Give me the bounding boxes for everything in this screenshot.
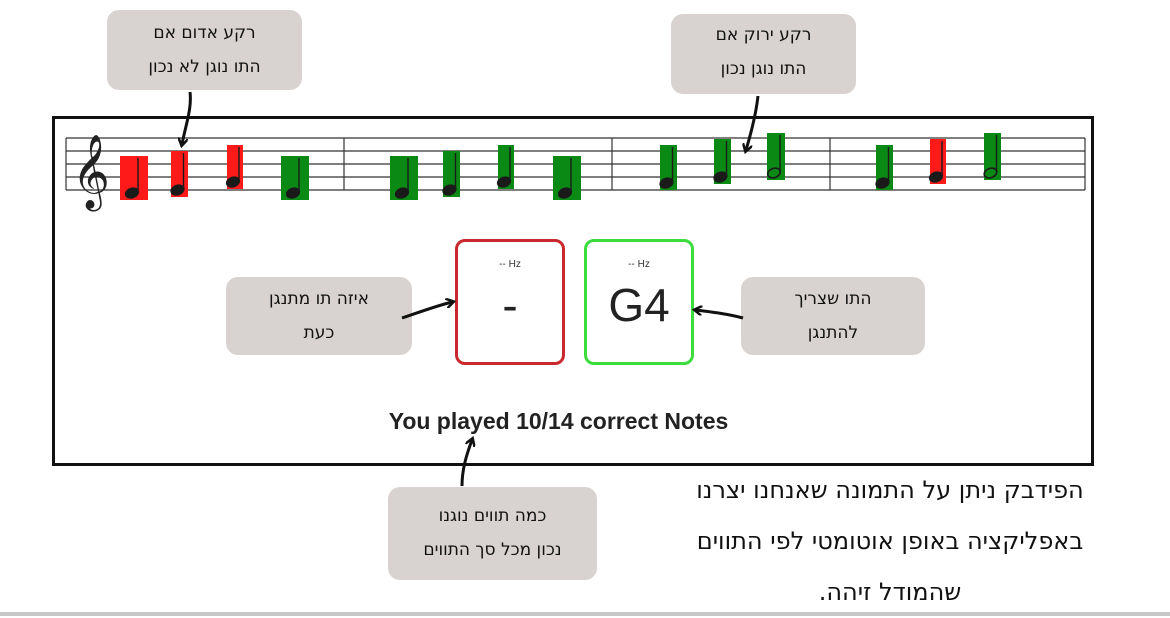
caption-line: שהמודל זיהה.	[818, 578, 962, 606]
played-frequency: -- Hz	[499, 259, 521, 270]
callout-line: רקע אדום אם	[153, 23, 256, 43]
callout-line: נכון מכל סך התווים	[423, 540, 562, 560]
note-background	[984, 133, 1001, 180]
note-correct	[659, 145, 677, 190]
score-text: You played 10/14 correct Notes	[388, 408, 729, 434]
note-incorrect	[225, 145, 243, 189]
callout-target-note: התו שצריך להתנגן	[741, 277, 925, 355]
callout-red-background: רקע אדום אם התו נוגן לא נכון	[107, 10, 302, 90]
callout-line: רקע ירוק אם	[715, 25, 812, 45]
target-frequency: -- Hz	[628, 259, 650, 270]
note-background	[767, 133, 785, 180]
note-correct	[875, 145, 893, 190]
target-note-box: -- Hz G4	[584, 239, 694, 365]
callout-current-note: איזה תו מתנגן כעת	[226, 277, 412, 355]
played-note-box: -- Hz -	[455, 239, 565, 365]
note-incorrect	[928, 139, 946, 184]
note-correct	[713, 139, 731, 184]
note-incorrect	[170, 151, 188, 197]
caption-text: הפידבק ניתן על התמונה שאנחנו יצרנו באפלי…	[615, 465, 1165, 618]
callout-line: התו נוגן נכון	[720, 59, 807, 79]
callout-line: התו שצריך	[794, 289, 872, 309]
note-correct	[281, 156, 309, 200]
treble-clef-icon: 𝄞	[72, 135, 110, 212]
note-correct	[983, 133, 1001, 180]
note-incorrect	[120, 156, 148, 200]
callout-line: התו נוגן לא נכון	[148, 57, 261, 77]
note-correct	[766, 133, 785, 180]
target-note: G4	[608, 279, 670, 331]
note-correct	[553, 156, 581, 200]
callout-correct-count: כמה תווים נוגנו נכון מכל סך התווים	[388, 487, 597, 580]
bottom-divider	[0, 612, 1170, 616]
callout-green-background: רקע ירוק אם התו נוגן נכון	[671, 14, 856, 94]
played-note: -	[502, 279, 518, 331]
note-correct	[442, 151, 460, 197]
caption-line: באפליקציה באופן אוטומטי לפי התווים	[696, 527, 1084, 555]
callout-line: כעת	[303, 323, 335, 343]
callout-line: כמה תווים נוגנו	[438, 506, 547, 526]
note-correct	[390, 156, 418, 200]
note-correct	[496, 145, 514, 189]
callout-line: להתנגן	[807, 323, 859, 343]
caption-line: הפידבק ניתן על התמונה שאנחנו יצרנו	[696, 476, 1084, 504]
callout-line: איזה תו מתנגן	[269, 289, 369, 309]
